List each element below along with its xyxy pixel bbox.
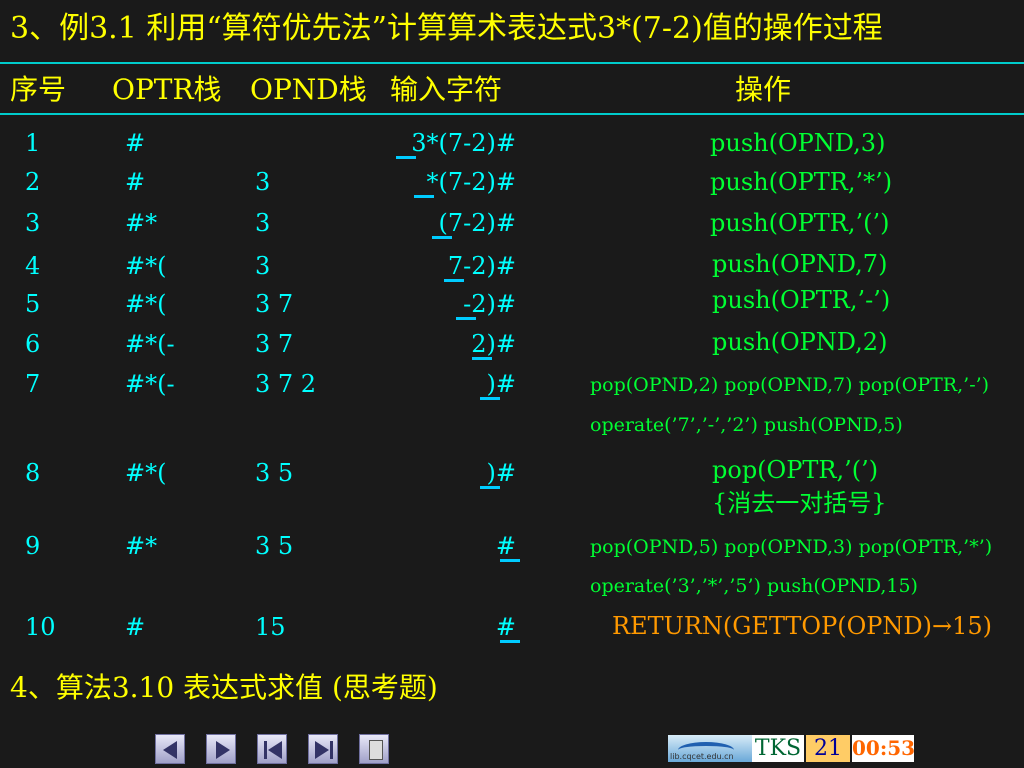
row-7-cursor <box>480 397 500 400</box>
logo-text: lib.cqcet.edu.cn <box>670 752 734 761</box>
row-9-opnd: 3 5 <box>255 532 294 560</box>
clock-time: 00:53 <box>852 735 916 762</box>
row-7-operation-line1: pop(OPND,2) pop(OPND,7) pop(OPTR,’-’) <box>590 374 990 396</box>
row-10-cursor <box>500 640 520 643</box>
row-5-cursor <box>456 317 476 320</box>
page-number: 21 <box>806 735 850 762</box>
tks-label: TKS <box>752 735 804 762</box>
row-6-operation: push(OPND,2) <box>712 328 888 356</box>
header-seq: 序号 <box>10 73 67 106</box>
row-9-operation-line2: operate(’3’,’*’,’5’) push(OPND,15) <box>590 575 918 597</box>
row-8-optr: #*( <box>125 459 167 487</box>
row-1-seq: 1 <box>25 129 41 157</box>
header-optr: OPTR栈 <box>112 73 222 106</box>
row-7-opnd: 3 7 2 <box>255 370 317 398</box>
row-4-input: 7-2)# <box>447 252 516 280</box>
row-9-operation-line1: pop(OPND,5) pop(OPND,3) pop(OPTR,’*’) <box>590 536 993 558</box>
prev-arrow-icon <box>163 741 177 759</box>
header-opnd: OPND栈 <box>250 73 367 106</box>
row-8-cursor <box>480 486 500 489</box>
page-icon <box>369 740 383 760</box>
page-list-button[interactable] <box>359 734 389 764</box>
row-9-cursor <box>500 559 520 562</box>
row-5-opnd: 3 7 <box>255 290 294 318</box>
row-3-operation: push(OPTR,’(’) <box>710 209 890 237</box>
row-5-input: -2)# <box>463 290 516 318</box>
row-6-input: 2)# <box>471 330 516 358</box>
row-3-opnd: 3 <box>255 209 271 237</box>
header-operation: 操作 <box>735 73 792 106</box>
header-bottom-rule <box>0 113 1024 115</box>
row-3-seq: 3 <box>25 209 41 237</box>
first-page-button[interactable] <box>257 734 287 764</box>
row-2-cursor <box>414 195 434 198</box>
row-1-optr: # <box>125 129 146 157</box>
row-10-seq: 10 <box>25 613 56 641</box>
row-3-input: (7-2)# <box>438 209 516 237</box>
row-7-seq: 7 <box>25 370 41 398</box>
last-page-button[interactable] <box>308 734 338 764</box>
row-4-opnd: 3 <box>255 252 271 280</box>
row-10-operation: RETURN(GETTOP(OPND)→15) <box>612 612 993 640</box>
row-9-input: # <box>495 532 516 560</box>
next-arrow-icon <box>216 741 230 759</box>
prev-button[interactable] <box>155 734 185 764</box>
row-1-cursor <box>396 156 416 159</box>
header-input: 输入字符 <box>390 73 503 106</box>
row-7-operation-line2: operate(’7’,’-’,’2’) push(OPND,5) <box>590 414 903 436</box>
row-9-optr: #* <box>125 532 158 560</box>
row-5-optr: #*( <box>125 290 167 318</box>
row-4-optr: #*( <box>125 252 167 280</box>
row-3-cursor <box>432 236 452 239</box>
row-1-input: 3*(7-2)# <box>411 129 516 157</box>
footer-question: 4、算法3.10 表达式求值 (思考题) <box>10 671 438 704</box>
row-8-operation-line1: pop(OPTR,’(’) <box>712 456 879 484</box>
row-8-seq: 8 <box>25 459 41 487</box>
row-2-optr: # <box>125 168 146 196</box>
row-8-input: )# <box>486 459 516 487</box>
row-2-input: *(7-2)# <box>426 168 516 196</box>
first-page-icon <box>264 741 267 759</box>
row-9-seq: 9 <box>25 532 41 560</box>
row-3-optr: #* <box>125 209 158 237</box>
row-6-optr: #*(- <box>125 330 175 358</box>
row-8-opnd: 3 5 <box>255 459 294 487</box>
row-2-opnd: 3 <box>255 168 271 196</box>
row-6-opnd: 3 7 <box>255 330 294 358</box>
row-2-seq: 2 <box>25 168 41 196</box>
row-6-cursor <box>472 357 492 360</box>
row-10-input: # <box>495 613 516 641</box>
row-7-optr: #*(- <box>125 370 175 398</box>
next-button[interactable] <box>206 734 236 764</box>
row-4-cursor <box>444 279 464 282</box>
row-5-seq: 5 <box>25 290 41 318</box>
row-2-operation: push(OPTR,’*’) <box>710 168 893 196</box>
row-1-operation: push(OPND,3) <box>710 129 886 157</box>
school-logo: lib.cqcet.edu.cn <box>668 735 752 762</box>
row-7-input: )# <box>486 370 516 398</box>
row-6-seq: 6 <box>25 330 41 358</box>
row-10-optr: # <box>125 613 146 641</box>
row-4-seq: 4 <box>25 252 41 280</box>
slide-title: 3、例3.1 利用“算符优先法”计算算术表达式3*(7-2)值的操作过程 <box>10 11 883 46</box>
row-4-operation: push(OPND,7) <box>712 250 888 278</box>
row-10-opnd: 15 <box>255 613 286 641</box>
header-top-rule <box>0 62 1024 64</box>
last-page-icon <box>315 741 329 759</box>
row-5-operation: push(OPTR,’-’) <box>712 286 891 314</box>
row-8-operation-line2: {消去一对括号} <box>712 489 887 517</box>
